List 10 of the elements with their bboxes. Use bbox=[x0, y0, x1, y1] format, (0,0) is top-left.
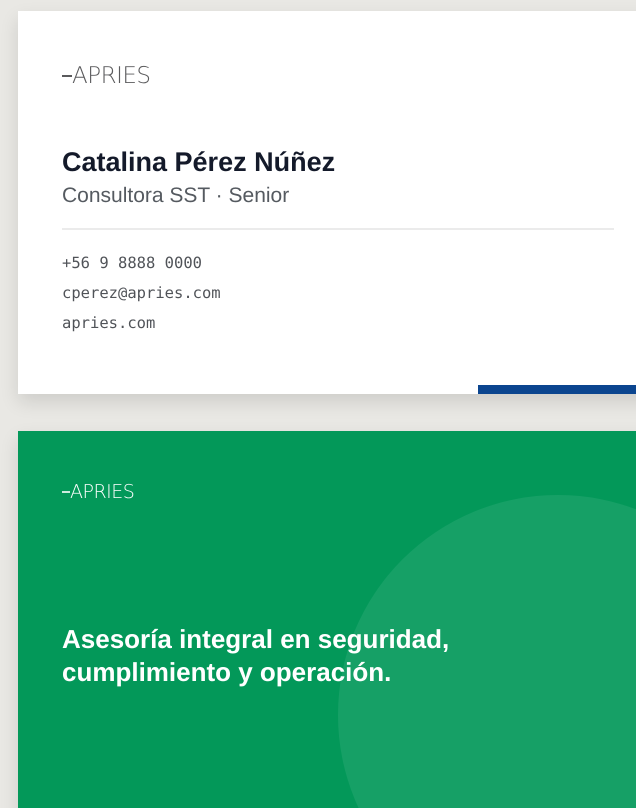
person-name: Catalina Pérez Núñez bbox=[62, 147, 336, 178]
dash-icon bbox=[62, 490, 70, 494]
dash-icon bbox=[62, 74, 72, 78]
job-title: Consultora SST · Senior bbox=[62, 184, 290, 208]
tagline: Asesoría integral en seguridad, cumplimiento y operación. bbox=[62, 623, 450, 689]
apries-logo: APRIES bbox=[62, 63, 150, 89]
contact-line: +56 9 8888 0000 bbox=[62, 253, 202, 274]
contact-line: apries.com bbox=[62, 313, 156, 334]
contact-line: cperez@apries.com bbox=[62, 283, 221, 304]
apries-logo: APRIES bbox=[62, 481, 134, 503]
